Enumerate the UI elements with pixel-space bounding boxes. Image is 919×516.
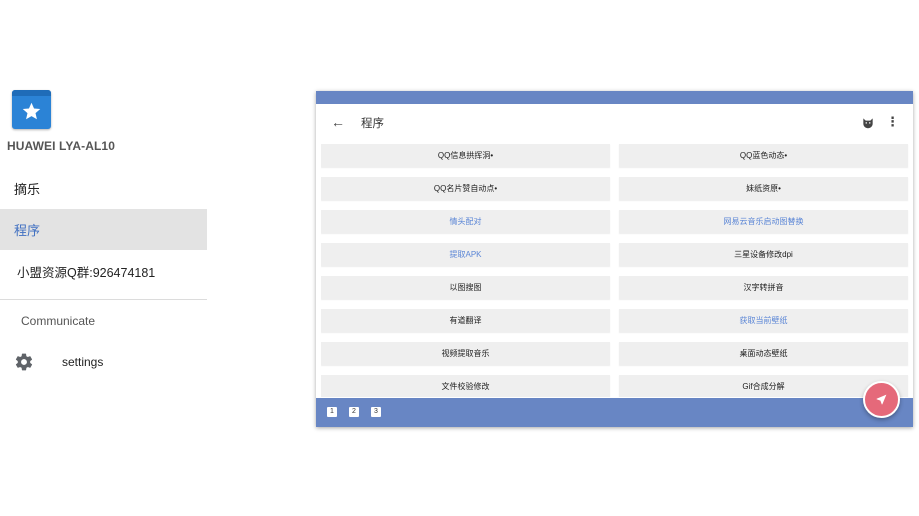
toolbar: ← 程序 ⋮ [316, 104, 913, 144]
nav-item-label: 摘乐 [14, 182, 41, 197]
page-button-3[interactable]: 3 [371, 407, 381, 417]
app-screenshot-panel: ← 程序 ⋮ QQ信息拱挥洞• QQ蓝色动态• QQ名片赞自动点• 妹纸资原• … [316, 91, 913, 427]
grid-item-label: Gif合成分解 [742, 382, 785, 391]
grid-item[interactable]: 提取APK [321, 243, 610, 266]
grid-item[interactable]: 有道翻译 [321, 309, 610, 332]
navigation-drawer: HUAWEI LYA-AL10 摘乐 程序 小盟资源Q群:926474181 C… [0, 0, 207, 516]
nav-item-programs[interactable]: 程序 [0, 209, 207, 250]
grid-item[interactable]: QQ名片赞自动点• [321, 177, 610, 200]
settings-label: settings [62, 355, 104, 369]
grid-item[interactable]: 以图搜图 [321, 276, 610, 299]
grid-item-label: 网易云音乐启动图替换 [723, 217, 804, 226]
nav-item-qq-group[interactable]: 小盟资源Q群:926474181 [0, 251, 207, 292]
grid-item-label: 桌面动态壁纸 [739, 349, 788, 358]
grid-item-label: 三星设备修改dpi [734, 250, 793, 259]
page-button-1[interactable]: 1 [327, 407, 337, 417]
grid-item[interactable]: 三星设备修改dpi [619, 243, 908, 266]
grid-item-label: QQ名片赞自动点• [433, 184, 498, 193]
settings-item[interactable]: settings [0, 346, 207, 378]
more-vert-icon[interactable]: ⋮ [886, 114, 899, 130]
device-name: HUAWEI LYA-AL10 [7, 139, 115, 153]
grid-item-label: 获取当前壁纸 [739, 316, 788, 325]
navigation-arrow-icon [876, 394, 887, 405]
drawer-divider [0, 299, 207, 300]
grid-item[interactable]: 桌面动态壁纸 [619, 342, 908, 365]
grid-item-label: 文件校验修改 [441, 382, 490, 391]
grid-item-label: 以图搜图 [449, 283, 482, 292]
floating-action-button[interactable] [863, 381, 900, 418]
grid-item-label: 汉字转拼音 [743, 283, 784, 292]
grid-item[interactable]: 汉字转拼音 [619, 276, 908, 299]
app-icon[interactable] [12, 90, 51, 129]
nav-item-label: 程序 [14, 223, 41, 238]
star-icon [22, 102, 41, 120]
arrow-left-icon[interactable]: ← [330, 114, 346, 130]
status-bar [316, 91, 913, 104]
grid-item[interactable]: 妹纸资原• [619, 177, 908, 200]
grid-item[interactable]: QQ信息拱挥洞• [321, 144, 610, 167]
grid-item-label: 妹纸资原• [746, 184, 781, 193]
grid-item[interactable]: 视频提取音乐 [321, 342, 610, 365]
program-grid: QQ信息拱挥洞• QQ蓝色动态• QQ名片赞自动点• 妹纸资原• 情头配对 网易… [321, 144, 909, 397]
gear-icon [15, 353, 33, 371]
grid-item[interactable]: 获取当前壁纸 [619, 309, 908, 332]
page-title: 程序 [361, 118, 384, 130]
nav-item-label: 小盟资源Q群:926474181 [17, 266, 156, 280]
grid-item[interactable]: 文件校验修改 [321, 375, 610, 397]
grid-item[interactable]: 情头配对 [321, 210, 610, 233]
bottom-page-bar: 1 2 3 [316, 398, 913, 427]
section-header-communicate: Communicate [21, 314, 96, 328]
grid-item-label: 情头配对 [449, 217, 482, 226]
grid-item-label: 视频提取音乐 [441, 349, 490, 358]
grid-item-label: 有道翻译 [449, 316, 482, 325]
grid-item-label: 提取APK [449, 250, 482, 259]
grid-item[interactable]: 网易云音乐启动图替换 [619, 210, 908, 233]
grid-item-label: QQ信息拱挥洞• [437, 151, 494, 160]
grid-item[interactable]: QQ蓝色动态• [619, 144, 908, 167]
cat-icon[interactable] [861, 116, 875, 130]
app-icon-fold [12, 90, 51, 96]
grid-item-label: QQ蓝色动态• [739, 151, 788, 160]
page-button-2[interactable]: 2 [349, 407, 359, 417]
nav-item-entertainment[interactable]: 摘乐 [0, 168, 207, 209]
